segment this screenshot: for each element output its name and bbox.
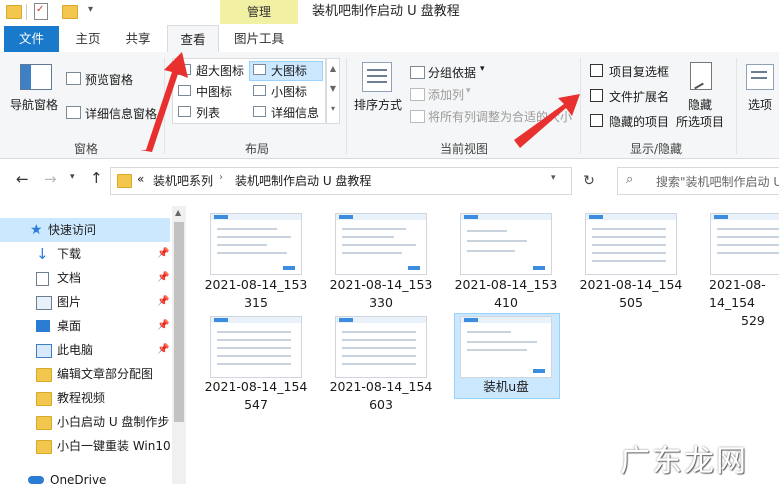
cloud-icon <box>28 476 44 484</box>
nav-label: 小白一键重装 Win10 <box>57 439 171 453</box>
image-thumbnail[interactable] <box>335 213 427 275</box>
nav-item-downloads[interactable]: ↓ 下载 📌 <box>0 242 170 266</box>
nav-item-folder[interactable]: 教程视频 <box>0 386 170 410</box>
file-name[interactable]: 2021-08-14_153 330 <box>321 276 441 312</box>
folder-icon <box>117 174 132 188</box>
search-box[interactable]: ⌕ 搜索"装机吧制作启动 U 盘" <box>617 167 779 195</box>
image-thumbnail[interactable] <box>710 213 779 275</box>
desktop-icon <box>36 320 50 332</box>
pin-icon[interactable]: 📌 <box>157 314 169 338</box>
pin-icon[interactable]: 📌 <box>157 290 169 314</box>
file-name[interactable]: 2021-08-14_153 410 <box>446 276 566 312</box>
breadcrumb-overflow[interactable]: « <box>137 172 144 186</box>
nav-label: 图片 <box>57 295 82 309</box>
watermark: 广东龙网 <box>620 444 748 479</box>
nav-label: 桌面 <box>57 319 82 333</box>
document-icon <box>36 272 49 286</box>
breadcrumb-item[interactable]: 装机吧制作启动 U 盘教程 <box>235 172 371 189</box>
nav-item-pictures[interactable]: 图片 📌 <box>0 290 170 314</box>
annotation-arrow <box>514 94 580 148</box>
nav-item-folder[interactable]: 小白启动 U 盘制作步 <box>0 410 170 434</box>
folder-icon <box>36 416 52 430</box>
nav-item-onedrive[interactable]: OneDrive <box>0 468 170 492</box>
pin-icon[interactable]: 📌 <box>157 338 169 362</box>
nav-label: 编辑文章部分配图 <box>57 367 154 381</box>
address-bar[interactable]: « 装机吧系列 › 装机吧制作启动 U 盘教程 ▾ <box>110 167 572 195</box>
nav-label: 教程视频 <box>57 391 106 405</box>
search-icon: ⌕ <box>626 172 634 187</box>
download-arrow-icon: ↓ <box>36 245 49 263</box>
computer-icon <box>36 344 52 358</box>
up-arrow-icon[interactable]: ↑ <box>90 169 103 187</box>
folder-icon <box>36 440 52 454</box>
image-thumbnail[interactable] <box>460 213 552 275</box>
file-name-selected[interactable]: 装机u盘 <box>446 378 566 396</box>
nav-item-desktop[interactable]: 桌面 📌 <box>0 314 170 338</box>
nav-item-documents[interactable]: 文档 📌 <box>0 266 170 290</box>
folder-icon <box>36 392 52 406</box>
picture-icon <box>36 296 52 310</box>
refresh-icon[interactable]: ↻ <box>578 170 600 192</box>
nav-label: 文档 <box>57 271 82 285</box>
pin-icon[interactable]: 📌 <box>157 266 169 290</box>
image-thumbnail[interactable] <box>585 213 677 275</box>
image-thumbnail[interactable] <box>460 316 552 378</box>
nav-item-folder[interactable]: 编辑文章部分配图 <box>0 362 170 386</box>
nav-label: 快速访问 <box>48 223 97 237</box>
forward-arrow-icon[interactable]: → <box>44 170 57 188</box>
recent-locations-chevron-icon[interactable]: ▾ <box>70 172 75 182</box>
scroll-up-arrow-icon[interactable]: ▲ <box>175 208 181 217</box>
file-name[interactable]: 2021-08-14_154 547 <box>196 378 316 414</box>
image-thumbnail[interactable] <box>210 213 302 275</box>
back-arrow-icon[interactable]: ← <box>16 170 29 188</box>
star-icon: ★ <box>30 222 43 238</box>
nav-item-quick-access[interactable]: ★ 快速访问 <box>0 218 170 242</box>
nav-item-folder[interactable]: 小白一键重装 Win10 <box>0 434 171 458</box>
scrollbar-thumb[interactable] <box>174 222 184 422</box>
nav-label: 此电脑 <box>57 343 94 357</box>
chevron-right-icon[interactable]: › <box>219 172 223 183</box>
image-thumbnail[interactable] <box>335 316 427 378</box>
file-name[interactable]: 2021-08-14_153 315 <box>196 276 316 312</box>
navigation-pane: ★ 快速访问 ↓ 下载 📌 文档 📌 图片 📌 桌面 📌 此电脑 📌 编辑文章部… <box>0 206 172 487</box>
file-name[interactable]: 2021-08-14_154 529 <box>696 276 779 330</box>
navigation-pane-scrollbar[interactable]: ▲ <box>172 206 186 484</box>
chevron-down-icon[interactable]: ▾ <box>551 173 556 183</box>
nav-label: OneDrive <box>50 473 107 487</box>
annotation-arrow <box>140 52 188 152</box>
file-name[interactable]: 2021-08-14_154 505 <box>571 276 691 312</box>
nav-label: 下载 <box>57 247 82 261</box>
folder-icon <box>36 368 52 382</box>
file-name[interactable]: 2021-08-14_154 603 <box>321 378 441 414</box>
pin-icon[interactable]: 📌 <box>157 242 169 266</box>
breadcrumb-item[interactable]: 装机吧系列 <box>153 172 213 189</box>
nav-item-this-pc[interactable]: 此电脑 📌 <box>0 338 170 362</box>
nav-label: 小白启动 U 盘制作步 <box>57 415 170 429</box>
image-thumbnail[interactable] <box>210 316 302 378</box>
search-placeholder: 搜索"装机吧制作启动 U 盘" <box>656 175 779 189</box>
